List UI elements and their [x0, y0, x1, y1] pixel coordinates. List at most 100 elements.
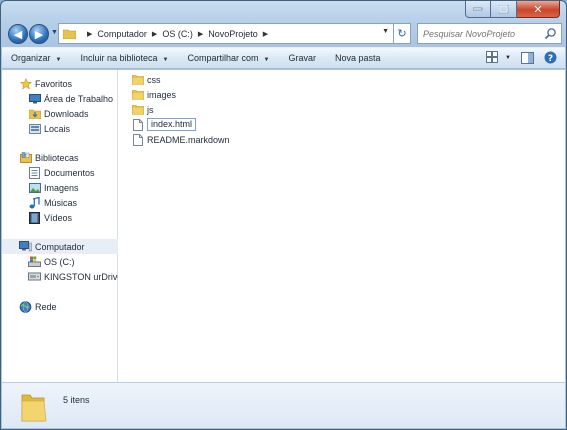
libraries-icon [19, 152, 32, 163]
back-button[interactable]: ◀ [8, 24, 28, 44]
details-pane: 5 itens [2, 382, 565, 428]
nav-item-label: Músicas [44, 197, 78, 208]
close-button[interactable]: ✕ [517, 1, 560, 18]
file-icon [132, 118, 143, 131]
share-menu[interactable]: Compartilhar com ▼ [187, 53, 269, 63]
nav-item-videos[interactable]: Vídeos [2, 210, 118, 225]
address-bar[interactable]: ▶ Computador ▶ OS (C:) ▶ NovoProjeto ▶ ▼ [58, 23, 394, 44]
nav-item-music[interactable]: Músicas [2, 195, 118, 210]
address-dropdown-icon[interactable]: ▼ [382, 28, 389, 35]
documents-icon [29, 166, 40, 179]
breadcrumb-computer[interactable]: Computador [97, 29, 147, 39]
nav-computer-label: Computador [35, 241, 85, 252]
nav-item-drive-c[interactable]: OS (C:) [2, 254, 118, 269]
chevron-down-icon: ▼ [162, 57, 169, 63]
star-icon [19, 77, 32, 90]
nav-item-desktop[interactable]: Área de Trabalho [2, 91, 118, 106]
search-box[interactable] [417, 23, 562, 44]
nav-item-documents[interactable]: Documentos [2, 165, 118, 180]
pictures-icon [28, 182, 41, 193]
history-navigation: ◀ ▶ ▼ [8, 23, 64, 44]
downloads-icon [28, 109, 41, 119]
forward-arrow-icon: ▶ [34, 27, 44, 41]
organize-menu[interactable]: Organizar ▼ [11, 53, 61, 63]
music-icon [29, 196, 40, 208]
recent-pages-dropdown[interactable]: ▼ [51, 29, 58, 36]
windows-drive-icon [28, 256, 41, 267]
burn-button[interactable]: Gravar [288, 53, 316, 63]
computer-icon [19, 241, 32, 252]
file-list: css images js index.html README.markdown [119, 70, 565, 382]
forward-button[interactable]: ▶ [29, 24, 49, 44]
back-arrow-icon: ◀ [13, 27, 23, 41]
preview-pane-icon[interactable] [521, 51, 534, 64]
breadcrumb-drive[interactable]: OS (C:) [162, 29, 193, 39]
nav-computer[interactable]: Computador [2, 239, 118, 254]
nav-item-label: Downloads [44, 108, 89, 119]
view-options-icon[interactable] [486, 51, 502, 64]
view-controls: ▼ ? [476, 51, 557, 64]
folder-icon [131, 105, 144, 115]
folder-icon [131, 90, 144, 100]
chevron-down-icon: ▼ [55, 57, 62, 63]
organize-label: Organizar [11, 53, 51, 63]
videos-icon [29, 211, 40, 224]
nav-item-label: Documentos [44, 167, 95, 178]
folder-icon [63, 29, 76, 39]
maximize-icon [498, 4, 508, 13]
view-dropdown-icon[interactable]: ▼ [505, 55, 511, 61]
nav-item-label: Locais [44, 123, 71, 134]
nav-item-pictures[interactable]: Imagens [2, 180, 118, 195]
minimize-button[interactable] [465, 1, 491, 18]
close-icon: ✕ [533, 2, 543, 16]
list-item-file-index[interactable]: index.html [131, 117, 197, 132]
nav-favorites-label: Favoritos [35, 78, 73, 89]
recent-places-icon [28, 124, 41, 134]
breadcrumb-separator-icon[interactable]: ▶ [263, 30, 268, 38]
refresh-button[interactable]: ↻ [394, 23, 411, 44]
explorer-window: ✕ ◀ ▶ ▼ ▶ Computador ▶ OS (C:) ▶ NovoPro… [0, 0, 567, 430]
nav-libraries[interactable]: Bibliotecas [2, 150, 118, 165]
nav-libraries-label: Bibliotecas [35, 152, 79, 163]
nav-item-label: KINGSTON urDrive ( [44, 271, 118, 282]
desktop-icon [28, 93, 41, 103]
include-library-label: Incluir na biblioteca [80, 53, 158, 63]
nav-item-downloads[interactable]: Downloads [2, 106, 118, 121]
nav-favorites[interactable]: Favoritos [2, 76, 118, 91]
nav-item-label: OS (C:) [44, 256, 75, 267]
nav-item-recent-places[interactable]: Locais [2, 121, 118, 136]
search-input[interactable] [423, 28, 541, 39]
new-folder-button[interactable]: Nova pasta [335, 53, 381, 63]
share-label: Compartilhar com [187, 53, 259, 63]
refresh-icon: ↻ [397, 27, 407, 40]
item-count: 5 itens [63, 395, 90, 405]
list-item-folder-css[interactable]: css [131, 72, 161, 87]
navigation-pane: Favoritos Área de Trabalho Downloads Loc… [2, 70, 118, 382]
file-name: README.markdown [147, 134, 230, 145]
file-name: js [147, 104, 154, 115]
breadcrumb-folder[interactable]: NovoProjeto [208, 29, 258, 39]
file-name: images [147, 89, 177, 100]
chevron-down-icon: ▼ [263, 57, 270, 63]
breadcrumb-separator-icon[interactable]: ▶ [87, 30, 92, 38]
command-bar: Organizar ▼ Incluir na biblioteca ▼ Compar… [2, 47, 565, 69]
list-item-file-readme[interactable]: README.markdown [131, 132, 230, 147]
folder-icon [131, 75, 144, 85]
maximize-button[interactable] [491, 1, 517, 18]
list-item-folder-js[interactable]: js [131, 102, 154, 117]
nav-item-usb-drive[interactable]: KINGSTON urDrive ( [2, 269, 118, 284]
breadcrumb-separator-icon[interactable]: ▶ [198, 30, 203, 38]
content-area: Favoritos Área de Trabalho Downloads Loc… [2, 70, 565, 382]
help-icon[interactable]: ? [544, 51, 557, 64]
minimize-icon [473, 7, 483, 11]
nav-network-label: Rede [35, 301, 57, 312]
file-name: index.html [147, 118, 197, 131]
nav-network[interactable]: Rede [2, 299, 118, 314]
breadcrumb-separator-icon[interactable]: ▶ [152, 30, 157, 38]
include-library-menu[interactable]: Incluir na biblioteca ▼ [80, 53, 168, 63]
file-name: css [147, 74, 161, 85]
nav-item-label: Vídeos [44, 212, 73, 223]
nav-item-label: Imagens [44, 182, 79, 193]
list-item-folder-images[interactable]: images [131, 87, 176, 102]
search-icon[interactable] [544, 27, 557, 40]
